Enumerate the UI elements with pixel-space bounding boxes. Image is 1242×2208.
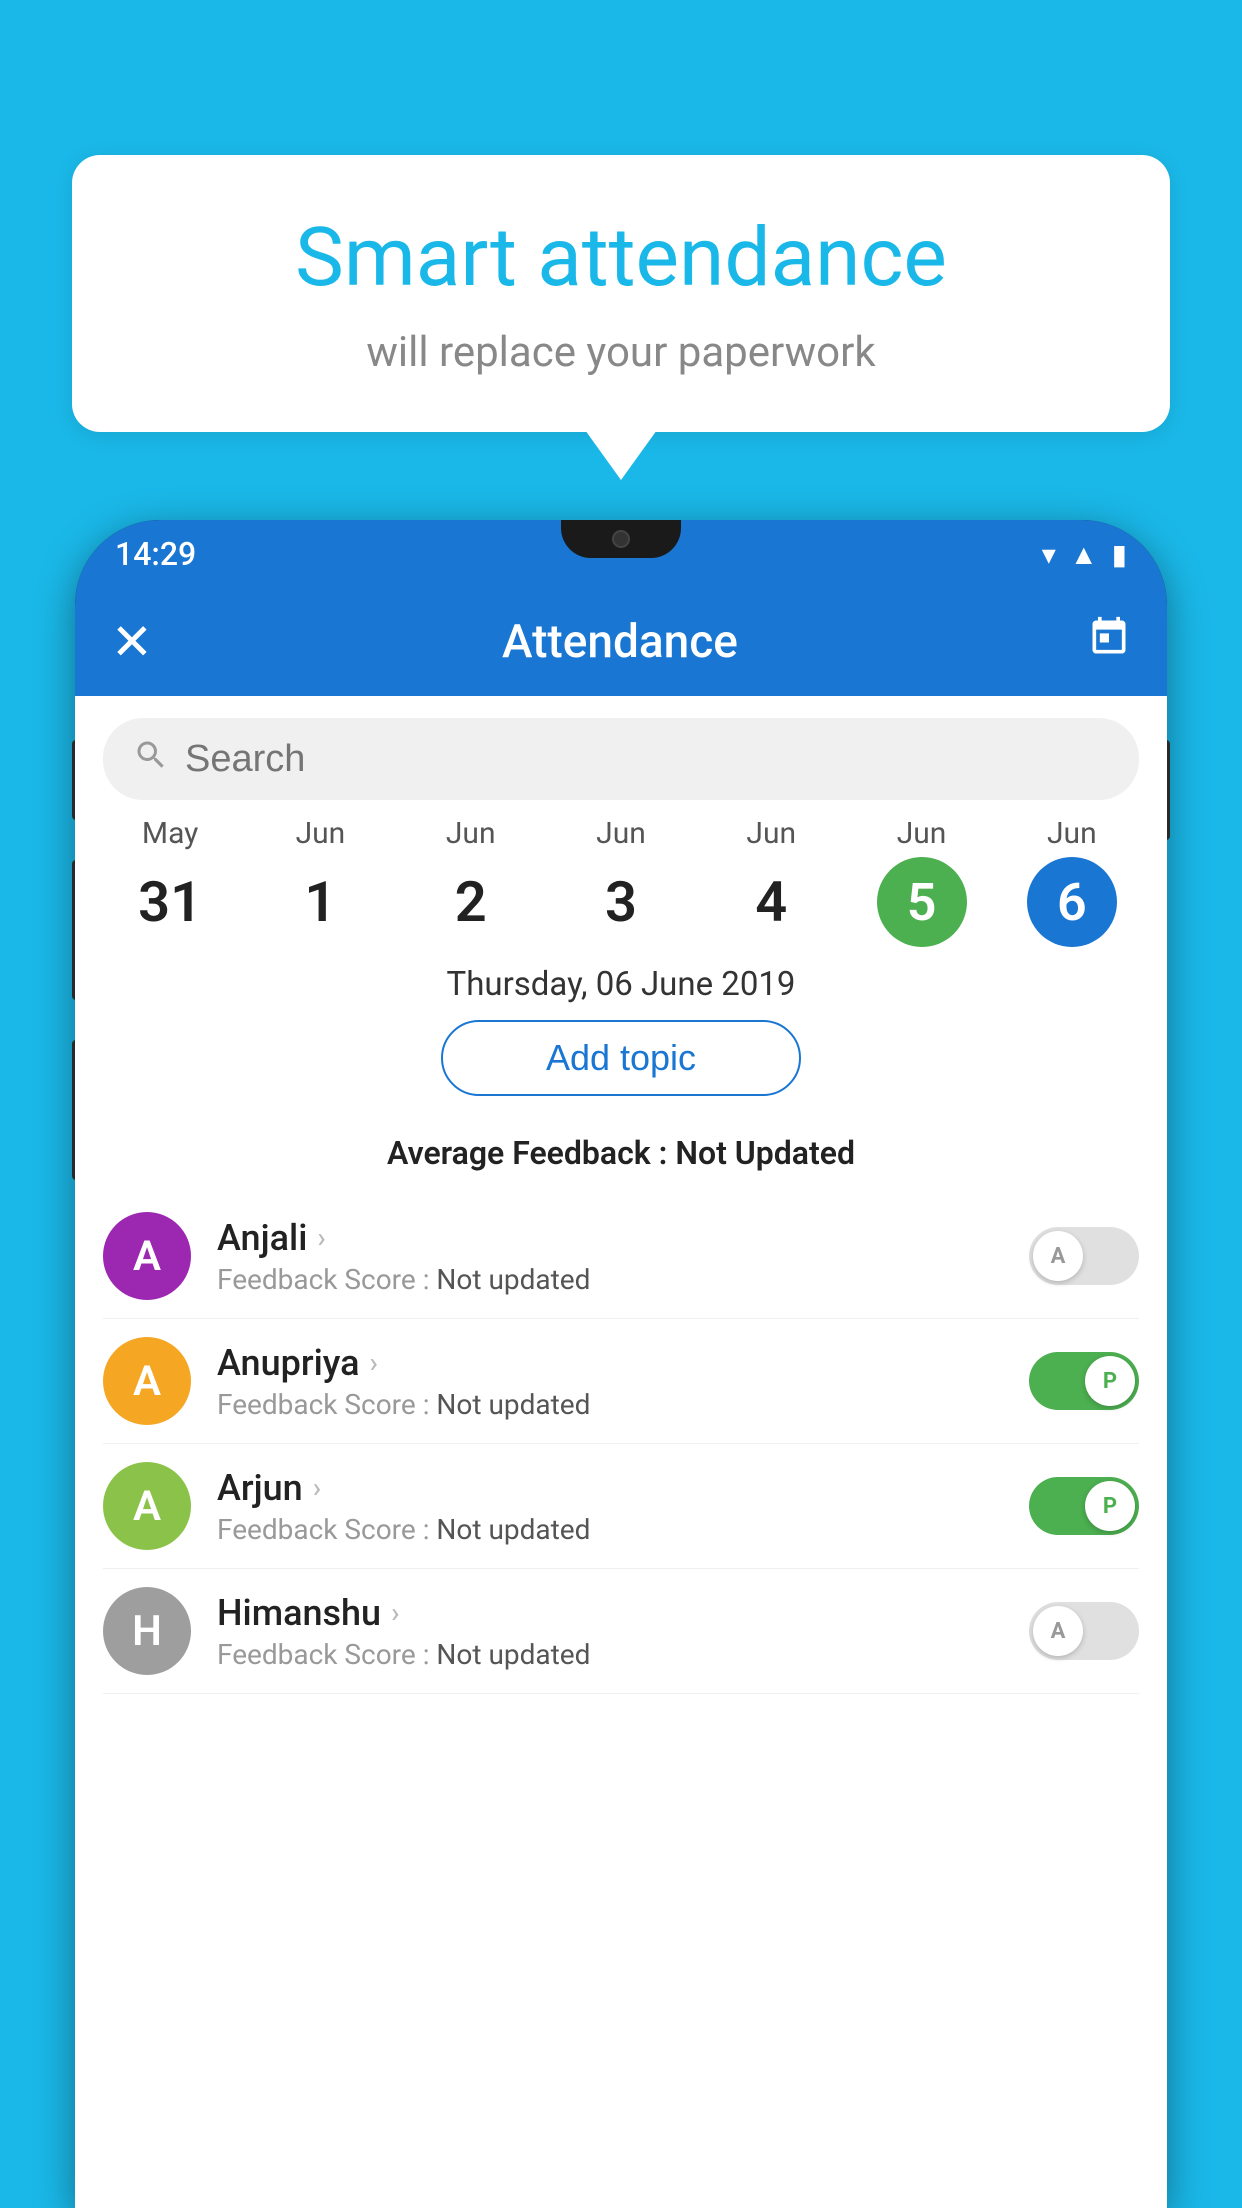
student-name: Anjali› — [217, 1217, 1003, 1259]
date-day[interactable]: 6 — [1027, 857, 1117, 947]
date-month: May — [142, 816, 198, 851]
date-month: Jun — [1047, 816, 1097, 851]
add-topic-button[interactable]: Add topic — [441, 1020, 801, 1096]
chevron-icon: › — [370, 1346, 378, 1379]
bubble-subtitle: will replace your paperwork — [132, 328, 1110, 377]
selected-date-text: Thursday, 06 June 2019 — [75, 965, 1167, 1004]
avg-feedback-value: Not Updated — [675, 1134, 855, 1172]
date-col[interactable]: Jun 4 — [696, 816, 846, 947]
search-bar[interactable] — [103, 718, 1139, 800]
date-col[interactable]: Jun 5 — [846, 816, 996, 947]
student-list: AAnjali›Feedback Score : Not updatedAAAn… — [75, 1194, 1167, 1694]
avg-feedback-label: Average Feedback : — [387, 1134, 675, 1172]
chevron-icon: › — [317, 1221, 325, 1254]
student-item[interactable]: H Himanshu› Feedback Score : Not updated A — [103, 1569, 1139, 1694]
student-name: Himanshu› — [217, 1592, 1003, 1634]
phone-content: May 31 Jun 1 Jun 2 Jun 3 Jun 4 Jun 5 Jun 6 Thursday, … — [75, 696, 1167, 2208]
notch — [561, 520, 681, 558]
date-day[interactable]: 4 — [726, 857, 816, 947]
attendance-toggle[interactable]: P — [1029, 1477, 1139, 1535]
date-month: Jun — [897, 816, 947, 851]
student-avatar: H — [103, 1587, 191, 1675]
date-day[interactable]: 1 — [275, 857, 365, 947]
search-icon — [133, 737, 169, 782]
date-col[interactable]: Jun 3 — [546, 816, 696, 947]
date-month: Jun — [296, 816, 346, 851]
chevron-icon: › — [391, 1596, 399, 1629]
battery-icon: ▮ — [1112, 538, 1127, 571]
student-avatar: A — [103, 1337, 191, 1425]
date-col[interactable]: May 31 — [95, 816, 245, 947]
toggle-knob: P — [1085, 1356, 1135, 1406]
date-day[interactable]: 31 — [125, 857, 215, 947]
date-selector: May 31 Jun 1 Jun 2 Jun 3 Jun 4 Jun 5 Jun 6 — [75, 816, 1167, 947]
camera-notch — [612, 530, 630, 548]
student-feedback: Feedback Score : Not updated — [217, 1513, 1003, 1546]
search-input[interactable] — [185, 738, 1109, 781]
student-name: Arjun› — [217, 1467, 1003, 1509]
signal-icon: ▲ — [1070, 538, 1098, 571]
toggle-knob: P — [1085, 1481, 1135, 1531]
avg-feedback: Average Feedback : Not Updated — [75, 1134, 1167, 1172]
date-day[interactable]: 2 — [426, 857, 516, 947]
date-col[interactable]: Jun 6 — [997, 816, 1147, 947]
student-item[interactable]: A Arjun› Feedback Score : Not updated P — [103, 1444, 1139, 1569]
student-item[interactable]: A Anjali› Feedback Score : Not updated A — [103, 1194, 1139, 1319]
phone-frame: 14:29 ▾ ▲ ▮ ✕ Attendance May31 — [75, 520, 1167, 2208]
attendance-toggle[interactable]: A — [1029, 1227, 1139, 1285]
student-feedback: Feedback Score : Not updated — [217, 1638, 1003, 1671]
chevron-icon: › — [313, 1471, 321, 1504]
toolbar: ✕ Attendance — [75, 588, 1167, 696]
student-info: Himanshu› Feedback Score : Not updated — [217, 1592, 1003, 1671]
speech-bubble: Smart attendance will replace your paper… — [72, 155, 1170, 432]
toggle-knob: A — [1033, 1231, 1083, 1281]
date-col[interactable]: Jun 2 — [396, 816, 546, 947]
student-info: Anjali› Feedback Score : Not updated — [217, 1217, 1003, 1296]
student-avatar: A — [103, 1212, 191, 1300]
date-day[interactable]: 3 — [576, 857, 666, 947]
student-feedback: Feedback Score : Not updated — [217, 1263, 1003, 1296]
toggle-knob: A — [1033, 1606, 1083, 1656]
student-name: Anupriya› — [217, 1342, 1003, 1384]
student-avatar: A — [103, 1462, 191, 1550]
bubble-title: Smart attendance — [132, 210, 1110, 306]
date-day[interactable]: 5 — [877, 857, 967, 947]
date-col[interactable]: Jun 1 — [245, 816, 395, 947]
status-icons: ▾ ▲ ▮ — [1042, 538, 1127, 571]
student-info: Arjun› Feedback Score : Not updated — [217, 1467, 1003, 1546]
student-info: Anupriya› Feedback Score : Not updated — [217, 1342, 1003, 1421]
close-button[interactable]: ✕ — [111, 613, 153, 672]
calendar-icon[interactable] — [1087, 615, 1131, 669]
toolbar-title: Attendance — [502, 615, 738, 669]
student-feedback: Feedback Score : Not updated — [217, 1388, 1003, 1421]
wifi-icon: ▾ — [1042, 538, 1056, 571]
status-bar: 14:29 ▾ ▲ ▮ — [75, 520, 1167, 588]
attendance-toggle[interactable]: A — [1029, 1602, 1139, 1660]
status-time: 14:29 — [115, 535, 196, 573]
date-month: Jun — [596, 816, 646, 851]
attendance-toggle[interactable]: P — [1029, 1352, 1139, 1410]
date-month: Jun — [746, 816, 796, 851]
date-month: Jun — [446, 816, 496, 851]
student-item[interactable]: A Anupriya› Feedback Score : Not updated P — [103, 1319, 1139, 1444]
